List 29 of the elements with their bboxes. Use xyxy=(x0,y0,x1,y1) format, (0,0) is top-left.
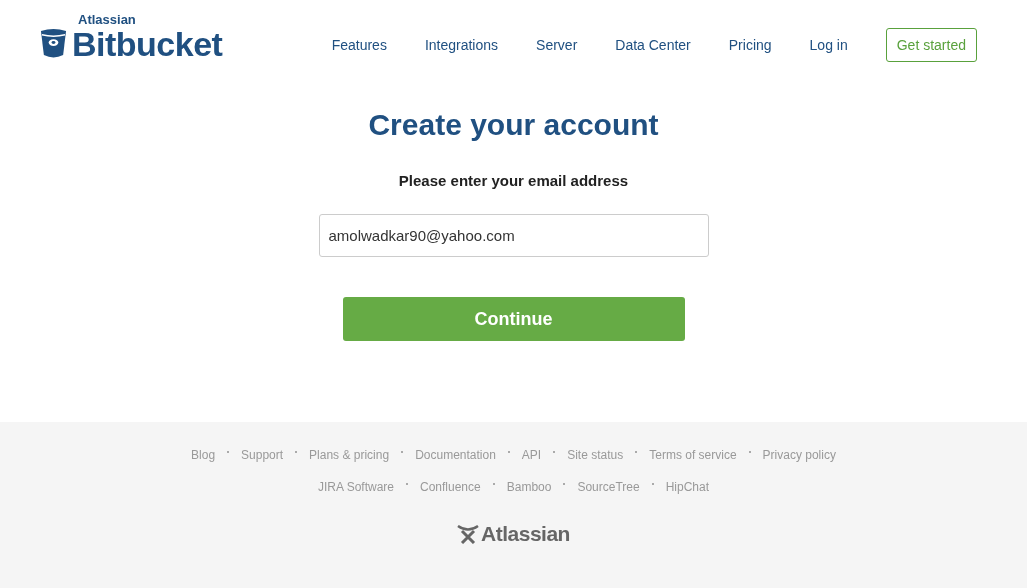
nav-link[interactable]: Features xyxy=(331,37,387,53)
footer-link[interactable]: Documentation xyxy=(415,448,496,462)
nav-link[interactable]: Server xyxy=(536,37,578,53)
bucket-icon xyxy=(40,28,67,59)
footer-link[interactable]: Privacy policy xyxy=(762,448,836,462)
footer-link[interactable]: Terms of service xyxy=(649,448,737,462)
footer-link[interactable]: HipChat xyxy=(665,480,710,494)
footer-link[interactable]: JIRA Software xyxy=(317,480,394,494)
atlassian-logo-icon xyxy=(457,524,480,544)
nav-link[interactable]: Integrations xyxy=(424,37,499,53)
atlassian-wordmark: Atlassian xyxy=(481,522,570,546)
footer-link[interactable]: Confluence xyxy=(420,480,481,494)
continue-button[interactable]: Continue xyxy=(342,297,685,341)
nav-link[interactable]: Data Center xyxy=(615,37,691,53)
company-name: Atlassian xyxy=(78,13,137,26)
footer-link[interactable]: API xyxy=(521,448,542,462)
get-started-button[interactable]: Get started xyxy=(885,28,977,62)
email-field[interactable]: amolwadkar90@yahoo.com xyxy=(318,214,709,257)
footer-link[interactable]: Plans & pricing xyxy=(309,448,390,462)
footer-link[interactable]: Support xyxy=(241,448,284,462)
email-prompt: Please enter your email address xyxy=(398,172,629,189)
footer-link[interactable]: Blog xyxy=(191,448,216,462)
footer-link[interactable]: Site status xyxy=(567,448,624,462)
page-title: Create your account xyxy=(368,108,659,142)
nav-link[interactable]: Pricing xyxy=(728,37,772,53)
footer-link[interactable]: SourceTree xyxy=(577,480,640,494)
product-name: Bitbucket xyxy=(72,27,223,61)
nav-link[interactable]: Log in xyxy=(809,37,848,53)
footer-link[interactable]: Bamboo xyxy=(506,480,552,494)
